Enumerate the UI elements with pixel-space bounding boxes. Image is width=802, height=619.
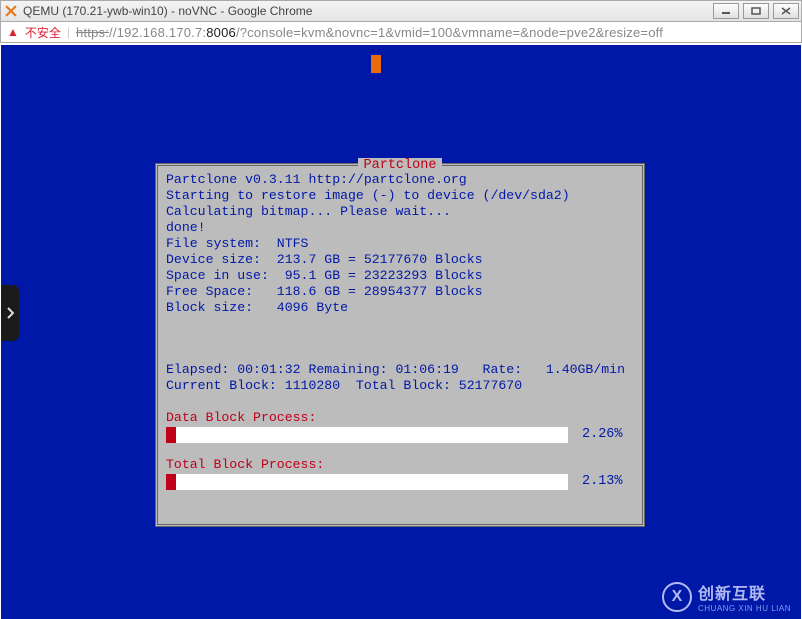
- watermark-logo-icon: X: [662, 582, 692, 612]
- url-text: https://192.168.170.7:8006/?console=kvm&…: [76, 25, 663, 40]
- data-block-progress-row: 2.26%: [166, 427, 634, 443]
- minimize-button[interactable]: [713, 3, 739, 19]
- total-block-percent: 2.13%: [582, 474, 623, 490]
- window-titlebar: QEMU (170.21-ywb-win10) - noVNC - Google…: [0, 0, 802, 22]
- maximize-button[interactable]: [743, 3, 769, 19]
- partclone-dialog: Partclone Partclone v0.3.11 http://partc…: [155, 163, 645, 527]
- total-block-progress-row: 2.13%: [166, 474, 634, 490]
- data-block-label: Data Block Process:: [166, 410, 634, 426]
- data-block-percent: 2.26%: [582, 427, 623, 443]
- window-title: QEMU (170.21-ywb-win10) - noVNC - Google…: [23, 4, 709, 18]
- watermark: X 创新互联 CHUANG XIN HU LIAN: [662, 580, 791, 613]
- total-block-progress-bar: [166, 474, 568, 490]
- novnc-side-tab[interactable]: [1, 285, 19, 341]
- data-block-progress-bar: [166, 427, 568, 443]
- watermark-text-zh: 创新互联: [698, 580, 791, 604]
- address-bar[interactable]: ▲ 不安全 | https://192.168.170.7:8006/?cons…: [0, 22, 802, 43]
- watermark-text-en: CHUANG XIN HU LIAN: [698, 604, 791, 613]
- vnc-canvas[interactable]: Partclone Partclone v0.3.11 http://partc…: [1, 45, 801, 619]
- insecure-label: 不安全: [25, 24, 61, 41]
- partclone-status-block: Elapsed: 00:01:32 Remaining: 01:06:19 Ra…: [166, 362, 634, 394]
- insecure-icon: ▲: [7, 25, 19, 39]
- total-block-label: Total Block Process:: [166, 457, 634, 473]
- chevron-right-icon: [6, 307, 14, 319]
- close-button[interactable]: [773, 3, 799, 19]
- dialog-title: Partclone: [358, 158, 443, 173]
- text-cursor: [371, 55, 381, 73]
- app-icon: [3, 3, 19, 19]
- partclone-info-block: Partclone v0.3.11 http://partclone.org S…: [166, 172, 634, 316]
